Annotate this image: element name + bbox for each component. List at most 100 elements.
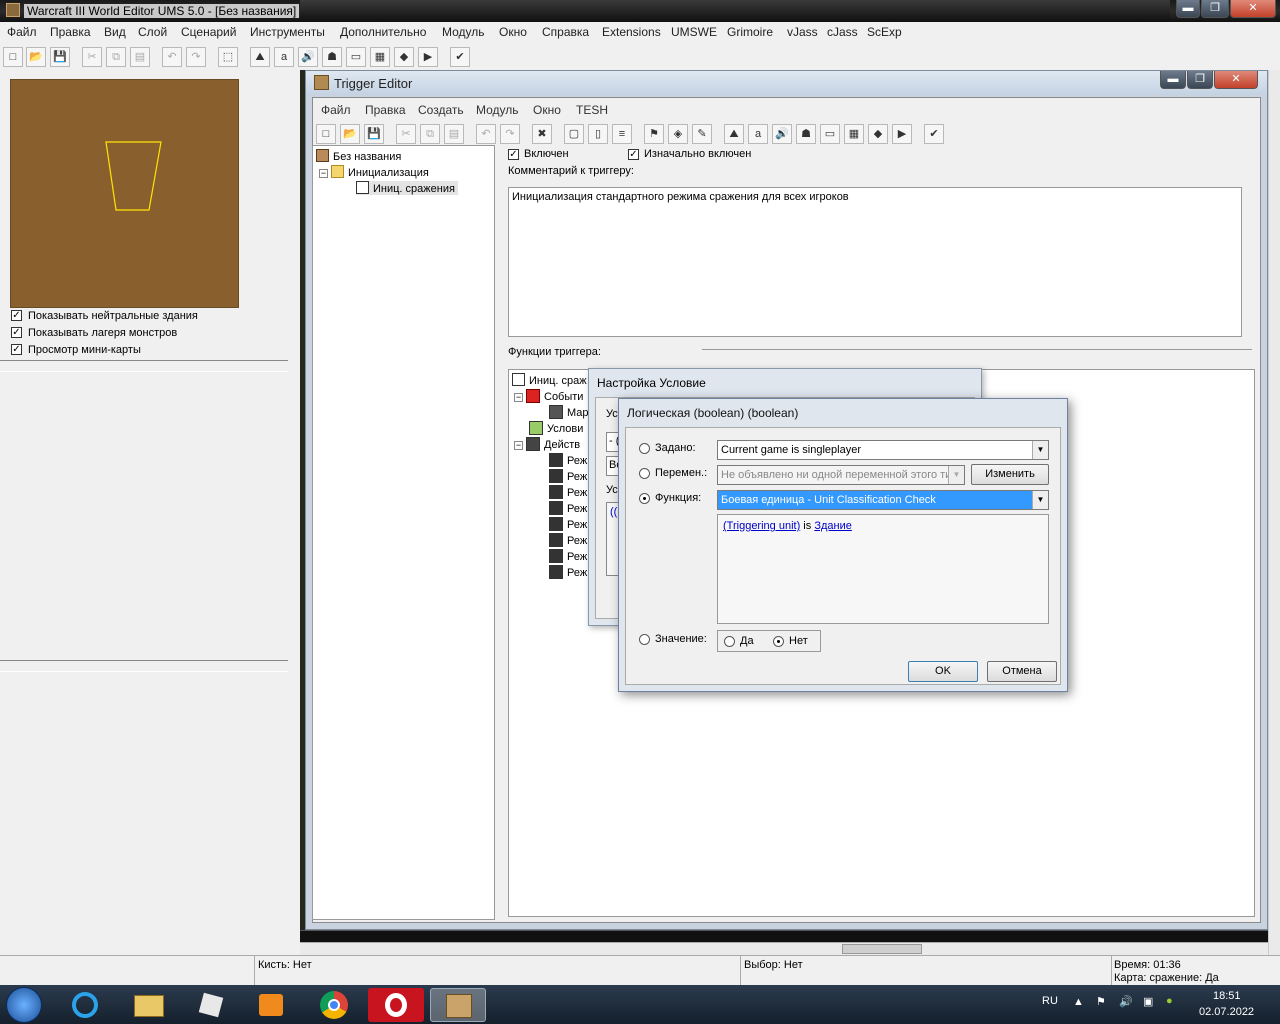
paste-icon[interactable]: ▤ <box>130 47 150 67</box>
te-minimize-button[interactable]: ▬ <box>1160 71 1186 89</box>
fn-action-item[interactable]: Реж <box>549 469 587 483</box>
open-icon[interactable]: 📂 <box>26 47 46 67</box>
te-ai-icon[interactable]: ▦ <box>844 124 864 144</box>
te-new-event-icon[interactable]: ⚑ <box>644 124 664 144</box>
function-select[interactable]: Боевая единица - Unit Classification Che… <box>717 490 1049 510</box>
roblox-taskbar-icon[interactable] <box>184 988 240 1022</box>
building-link[interactable]: Здание <box>814 520 852 532</box>
splitter[interactable] <box>702 349 1252 350</box>
volume-icon[interactable]: 🔊 <box>1119 995 1133 1008</box>
ie-taskbar-icon[interactable] <box>60 988 116 1022</box>
scrollbar-thumb[interactable] <box>842 944 922 954</box>
fn-action-item[interactable]: Реж <box>549 485 587 499</box>
te-restore-button[interactable]: ❐ <box>1187 71 1213 89</box>
undo-icon[interactable]: ↶ <box>162 47 182 67</box>
fn-conditions[interactable]: Услови <box>529 421 583 435</box>
te-new-comment-icon[interactable]: ≡ <box>612 124 632 144</box>
te-close-button[interactable]: ✕ <box>1214 71 1258 89</box>
te-menu-edit[interactable]: Правка <box>365 103 406 117</box>
select-icon[interactable]: ⬚ <box>218 47 238 67</box>
copy-icon[interactable]: ⧉ <box>106 47 126 67</box>
import-manager-icon[interactable]: ◆ <box>394 47 414 67</box>
tray-expand-icon[interactable]: ▲ <box>1073 996 1084 1008</box>
cut-icon[interactable]: ✂ <box>82 47 102 67</box>
chrome-taskbar-icon[interactable] <box>306 988 362 1022</box>
te-undo-icon[interactable]: ↶ <box>476 124 496 144</box>
te-test-icon[interactable]: ▶ <box>892 124 912 144</box>
module-icon[interactable]: ✔ <box>450 47 470 67</box>
te-new-category-icon[interactable]: ▢ <box>564 124 584 144</box>
function-radio[interactable] <box>639 493 650 504</box>
sound-editor-icon[interactable]: 🔊 <box>298 47 318 67</box>
menu-edit[interactable]: Правка <box>50 25 91 39</box>
checkbox-minimap-preview[interactable]: ✓ <box>11 344 22 355</box>
unit-editor-icon[interactable]: a <box>274 47 294 67</box>
minimize-button[interactable]: ▬ <box>1176 0 1200 18</box>
initially-on-checkbox[interactable]: ✓ <box>628 149 639 160</box>
redo-icon[interactable]: ↷ <box>186 47 206 67</box>
value-yes-radio[interactable] <box>724 636 735 647</box>
fn-event-item[interactable]: Мар <box>549 405 589 419</box>
test-map-icon[interactable]: ▶ <box>418 47 438 67</box>
preset-select[interactable]: Current game is singleplayer ▼ <box>717 440 1049 460</box>
te-new-icon[interactable]: □ <box>316 124 336 144</box>
network-icon[interactable]: ▣ <box>1143 995 1153 1008</box>
te-open-icon[interactable]: 📂 <box>340 124 360 144</box>
te-sound-icon[interactable]: 🔊 <box>772 124 792 144</box>
menu-window[interactable]: Окно <box>499 25 527 39</box>
fn-actions[interactable]: − Действ <box>514 437 580 451</box>
menu-advanced[interactable]: Дополнительно <box>340 25 426 39</box>
close-button[interactable]: ✕ <box>1230 0 1276 18</box>
checkbox-neutral-buildings[interactable]: ✓ <box>11 310 22 321</box>
new-icon[interactable]: □ <box>3 47 23 67</box>
fn-action-item[interactable]: Реж <box>549 517 587 531</box>
enabled-checkbox[interactable]: ✓ <box>508 149 519 160</box>
te-new-condition-icon[interactable]: ◈ <box>668 124 688 144</box>
opera-taskbar-icon[interactable] <box>368 988 424 1022</box>
chevron-down-icon[interactable]: ▼ <box>1032 441 1048 459</box>
fn-action-item[interactable]: Реж <box>549 501 587 515</box>
media-taskbar-icon[interactable] <box>244 988 300 1022</box>
clock-time[interactable]: 18:51 <box>1213 990 1241 1002</box>
ai-editor-icon[interactable]: ▦ <box>370 47 390 67</box>
save-icon[interactable]: 💾 <box>50 47 70 67</box>
te-cut-icon[interactable]: ✂ <box>396 124 416 144</box>
vertical-scrollbar[interactable] <box>1268 70 1280 955</box>
te-terrain-icon[interactable]: ⛰ <box>724 124 744 144</box>
comment-textarea[interactable]: Инициализация стандартного режима сражен… <box>508 187 1242 337</box>
menu-view[interactable]: Вид <box>104 25 126 39</box>
worldeditor-taskbar-icon[interactable] <box>430 988 486 1022</box>
minimap[interactable] <box>10 79 239 308</box>
te-object-icon[interactable]: ☗ <box>796 124 816 144</box>
tree-item-category[interactable]: − Инициализация <box>319 165 429 179</box>
tree-item-map[interactable]: Без названия <box>316 149 401 163</box>
te-unit-icon[interactable]: a <box>748 124 768 144</box>
object-editor-icon[interactable]: ☗ <box>322 47 342 67</box>
update-icon[interactable]: ● <box>1166 995 1173 1007</box>
cancel-button[interactable]: Отмена <box>987 661 1057 682</box>
campaign-editor-icon[interactable]: ▭ <box>346 47 366 67</box>
collapse-icon[interactable]: − <box>514 441 523 450</box>
te-menu-tesh[interactable]: TESH <box>576 103 608 117</box>
te-paste-icon[interactable]: ▤ <box>444 124 464 144</box>
value-radio[interactable] <box>639 634 650 645</box>
te-module-icon[interactable]: ✔ <box>924 124 944 144</box>
chevron-down-icon[interactable]: ▼ <box>1032 491 1048 509</box>
te-menu-window[interactable]: Окно <box>533 103 561 117</box>
te-redo-icon[interactable]: ↷ <box>500 124 520 144</box>
menu-cjass[interactable]: cJass <box>827 25 858 39</box>
tree-item-trigger[interactable]: Иниц. сражения <box>356 181 458 195</box>
te-menu-new[interactable]: Создать <box>418 103 464 117</box>
language-indicator[interactable]: RU <box>1042 995 1058 1007</box>
start-button-icon[interactable] <box>6 987 42 1023</box>
ok-button[interactable]: OK <box>908 661 978 682</box>
variable-radio[interactable] <box>639 468 650 479</box>
menu-file[interactable]: Файл <box>7 25 37 39</box>
value-no-radio[interactable] <box>773 636 784 647</box>
explorer-taskbar-icon[interactable] <box>122 988 178 1022</box>
collapse-icon[interactable]: − <box>319 169 328 178</box>
fn-trigger-root[interactable]: Иниц. сраж <box>512 373 587 387</box>
menu-vjass[interactable]: vJass <box>787 25 818 39</box>
te-import-icon[interactable]: ◆ <box>868 124 888 144</box>
menu-scenario[interactable]: Сценарий <box>181 25 236 39</box>
